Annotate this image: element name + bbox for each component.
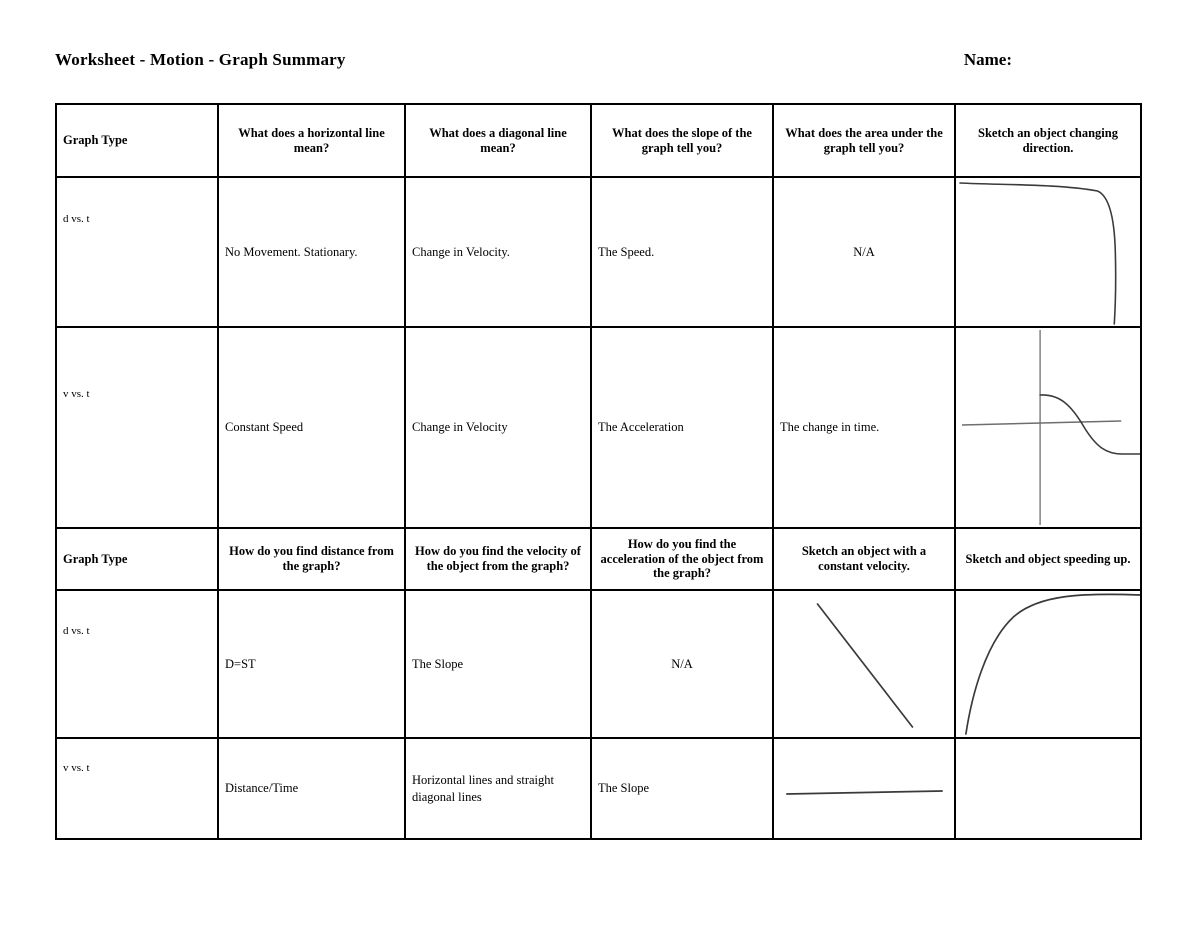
header-cell-sketch-speeding-up: Sketch and object speeding up. <box>954 527 1142 591</box>
answer-text: No Movement. Stationary. <box>225 244 358 259</box>
header-cell-slope: What does the slope of the graph tell yo… <box>590 103 774 178</box>
graph-type-label: d vs. t <box>63 624 90 637</box>
answer-text: Change in Velocity. <box>412 244 510 259</box>
cell-find-distance-dvst[interactable]: D=ST <box>217 589 406 739</box>
answer-text: The Speed. <box>598 244 655 259</box>
name-label: Name: <box>963 50 1012 69</box>
graph-type-label: v vs. t <box>63 388 90 401</box>
cell-sketch-changing-direction-dvst[interactable] <box>954 176 1142 328</box>
cell-graph-type-vvst: v vs. t <box>55 326 219 529</box>
header-cell-find-distance: How do you find distance from the graph? <box>217 527 406 591</box>
header-label: What does the slope of the graph tell yo… <box>612 125 752 155</box>
cell-horizontal-line-vvst[interactable]: Constant Speed <box>217 326 406 529</box>
cell-find-distance-vvst[interactable]: Distance/Time <box>217 737 406 840</box>
title-row: Worksheet - Motion - Graph Summary Name: <box>55 50 1140 80</box>
answer-text: Change in Velocity <box>412 420 508 435</box>
motion-graph-summary-table: Graph Type What does a horizontal line m… <box>55 103 1142 840</box>
header-label: What does the area under the graph tell … <box>785 125 943 155</box>
header-cell-horizontal-line: What does a horizontal line mean? <box>217 103 406 178</box>
table-row: d vs. t D=ST The Slope N/A <box>55 589 1142 739</box>
graph-type-label: d vs. t <box>63 212 90 225</box>
answer-text: N/A <box>853 244 875 259</box>
cell-slope-dvst[interactable]: The Speed. <box>590 176 774 328</box>
answer-text: Constant Speed <box>225 420 304 435</box>
header-label: Graph Type <box>63 551 128 566</box>
cell-area-under-dvst[interactable]: N/A <box>772 176 956 328</box>
answer-text: D=ST <box>225 656 256 671</box>
sketch-curve-flat-then-drop-icon <box>956 178 1140 326</box>
cell-sketch-speeding-up-dvst[interactable] <box>954 589 1142 739</box>
header-cell-sketch-changing-direction: Sketch an object changing direction. <box>954 103 1142 178</box>
header-label: What does a diagonal line mean? <box>429 125 567 155</box>
sketch-rising-concave-down-curve-icon <box>956 591 1140 737</box>
header-label: How do you find the acceleration of the … <box>600 536 764 581</box>
header-label: Sketch and object speeding up. <box>965 551 1131 566</box>
graph-type-label: v vs. t <box>63 762 90 775</box>
answer-text: The change in time. <box>780 420 880 435</box>
table-row: v vs. t Distance/Time Horizontal lines a… <box>55 737 1142 840</box>
cell-graph-type-vvst-2: v vs. t <box>55 737 219 840</box>
cell-sketch-changing-direction-vvst[interactable] <box>954 326 1142 529</box>
cell-find-velocity-dvst[interactable]: The Slope <box>404 589 592 739</box>
table-header-row-1: Graph Type What does a horizontal line m… <box>55 103 1142 178</box>
cell-graph-type-dvst: d vs. t <box>55 176 219 328</box>
answer-text: The Acceleration <box>598 420 684 435</box>
cell-sketch-constant-velocity-dvst[interactable] <box>772 589 956 739</box>
answer-text: The Slope <box>412 656 464 671</box>
sketch-axes-with-descending-s-curve-icon <box>956 328 1140 527</box>
header-label: Sketch an object changing direction. <box>978 125 1118 155</box>
header-cell-graph-type-2: Graph Type <box>55 527 219 591</box>
cell-sketch-speeding-up-vvst[interactable] <box>954 737 1142 840</box>
answer-text: Horizontal lines and straight diagonal l… <box>412 772 554 804</box>
answer-text: Distance/Time <box>225 781 299 796</box>
header-cell-area-under: What does the area under the graph tell … <box>772 103 956 178</box>
table-row: v vs. t Constant Speed Change in Velocit… <box>55 326 1142 529</box>
table-header-row-2: Graph Type How do you find distance from… <box>55 527 1142 591</box>
header-label: How do you find the velocity of the obje… <box>415 544 581 573</box>
header-cell-find-velocity: How do you find the velocity of the obje… <box>404 527 592 591</box>
worksheet-page: Worksheet - Motion - Graph Summary Name:… <box>0 0 1200 927</box>
sketch-descending-straight-line-icon <box>774 591 954 737</box>
cell-sketch-constant-velocity-vvst[interactable] <box>772 737 956 840</box>
header-cell-graph-type: Graph Type <box>55 103 219 178</box>
header-label: What does a horizontal line mean? <box>238 125 385 155</box>
header-label: Sketch an object with a constant velocit… <box>801 544 927 573</box>
answer-text: The Slope <box>598 781 650 796</box>
cell-slope-vvst[interactable]: The Acceleration <box>590 326 774 529</box>
page-title: Worksheet - Motion - Graph Summary <box>55 50 346 69</box>
answer-text: N/A <box>671 656 693 671</box>
header-cell-diagonal-line: What does a diagonal line mean? <box>404 103 592 178</box>
cell-diagonal-line-vvst[interactable]: Change in Velocity <box>404 326 592 529</box>
table-row: d vs. t No Movement. Stationary. Change … <box>55 176 1142 328</box>
cell-diagonal-line-dvst[interactable]: Change in Velocity. <box>404 176 592 328</box>
sketch-horizontal-line-icon <box>774 739 954 838</box>
cell-graph-type-dvst-2: d vs. t <box>55 589 219 739</box>
cell-horizontal-line-dvst[interactable]: No Movement. Stationary. <box>217 176 406 328</box>
header-label: How do you find distance from the graph? <box>229 544 394 573</box>
cell-area-under-vvst[interactable]: The change in time. <box>772 326 956 529</box>
cell-find-acceleration-dvst[interactable]: N/A <box>590 589 774 739</box>
header-label: Graph Type <box>63 133 128 148</box>
cell-find-velocity-vvst[interactable]: Horizontal lines and straight diagonal l… <box>404 737 592 840</box>
header-cell-find-acceleration: How do you find the acceleration of the … <box>590 527 774 591</box>
cell-find-acceleration-vvst[interactable]: The Slope <box>590 737 774 840</box>
header-cell-sketch-constant-velocity: Sketch an object with a constant velocit… <box>772 527 956 591</box>
